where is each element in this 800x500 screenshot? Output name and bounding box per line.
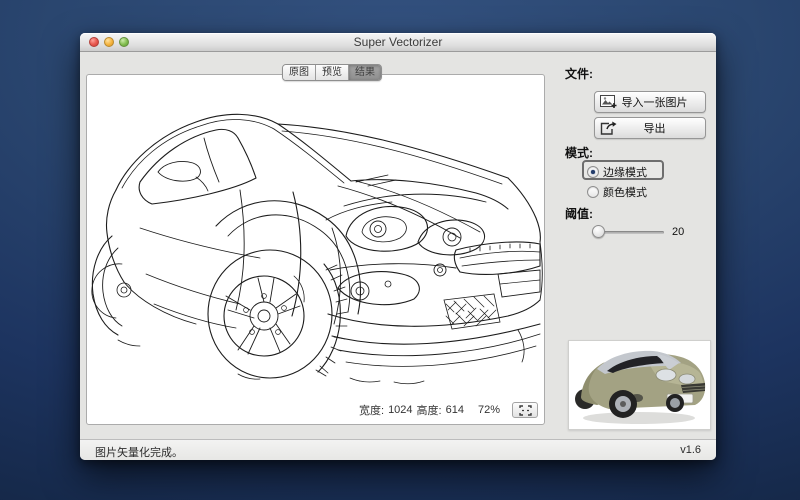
threshold-section-heading: 阈值: bbox=[565, 205, 593, 222]
import-button-label: 导入一张图片 bbox=[618, 94, 705, 110]
canvas-panel: 宽度: 1024 高度: 614 72% bbox=[86, 74, 545, 425]
edge-mode-label: 边缘模式 bbox=[603, 164, 647, 180]
fit-to-window-button[interactable] bbox=[512, 402, 538, 418]
tab-original[interactable]: 原图 bbox=[283, 65, 316, 80]
desktop-background: Super Vectorizer 原图 预览 结果 bbox=[0, 0, 800, 500]
radio-button-selected[interactable] bbox=[587, 166, 599, 178]
radio-edge-mode[interactable]: 边缘模式 bbox=[587, 164, 647, 180]
color-mode-label: 颜色模式 bbox=[603, 184, 647, 200]
title-bar[interactable]: Super Vectorizer bbox=[80, 33, 716, 52]
canvas-info: 宽度: 1024 高度: 614 72% bbox=[359, 402, 538, 418]
photo-add-icon bbox=[600, 95, 618, 109]
tab-group: 原图 预览 结果 bbox=[282, 64, 382, 81]
height-label: 高度: bbox=[417, 402, 442, 418]
vectorized-car-image bbox=[88, 78, 543, 394]
export-arrow-icon bbox=[600, 121, 618, 135]
fit-to-window-icon bbox=[519, 405, 532, 416]
tab-result[interactable]: 结果 bbox=[349, 65, 381, 80]
version-label: v1.6 bbox=[680, 444, 701, 456]
original-car-photo bbox=[569, 341, 710, 429]
export-button[interactable]: 导出 bbox=[594, 117, 706, 139]
width-value: 1024 bbox=[388, 404, 412, 416]
threshold-slider[interactable] bbox=[592, 225, 664, 239]
width-label: 宽度: bbox=[359, 402, 384, 418]
import-image-button[interactable]: 导入一张图片 bbox=[594, 91, 706, 113]
mode-section-heading: 模式: bbox=[565, 144, 593, 161]
export-button-label: 导出 bbox=[618, 120, 705, 136]
file-section-heading: 文件: bbox=[565, 65, 593, 82]
radio-color-mode[interactable]: 颜色模式 bbox=[587, 184, 647, 200]
threshold-value: 20 bbox=[672, 226, 684, 238]
zoom-percent: 72% bbox=[478, 404, 500, 416]
height-value: 614 bbox=[446, 404, 464, 416]
window-title: Super Vectorizer bbox=[80, 33, 716, 52]
radio-button-unselected[interactable] bbox=[587, 186, 599, 198]
status-message: 图片矢量化完成。 bbox=[95, 444, 183, 460]
app-window: Super Vectorizer 原图 预览 结果 bbox=[80, 33, 716, 460]
status-bar: 图片矢量化完成。 v1.6 bbox=[80, 439, 716, 460]
tab-preview[interactable]: 预览 bbox=[316, 65, 349, 80]
original-image-thumbnail bbox=[568, 340, 711, 430]
slider-knob[interactable] bbox=[592, 225, 605, 238]
